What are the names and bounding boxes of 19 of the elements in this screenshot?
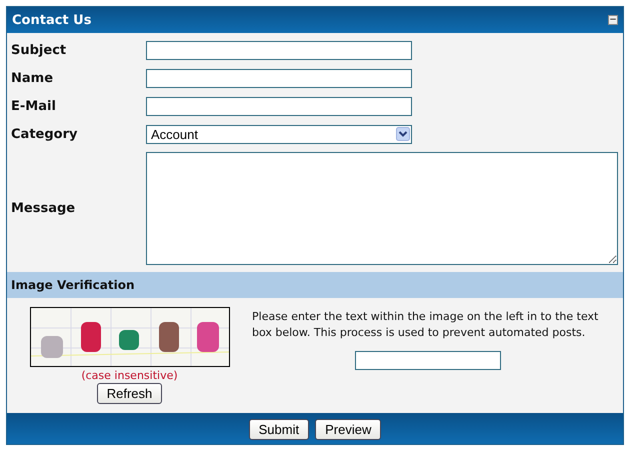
category-dropdown[interactable]: Account [146,124,412,144]
field-label: Message [11,200,76,216]
panel-title: Contact Us [12,12,92,28]
instructions-text: Please enter the text within the image on the left in to the text box below. This process is used to prevent automated posts. [252,309,600,341]
field-label: Name [11,70,54,86]
input-field[interactable] [146,96,412,116]
refresh-button[interactable]: Refresh [96,383,162,404]
case-note: (case insensitive) [81,369,178,382]
verification-code-field[interactable] [354,351,500,370]
form-button[interactable]: Submit [248,418,310,440]
collapse-button[interactable]: − [608,15,618,25]
section-title: Image Verification [11,278,135,292]
message-field[interactable] [146,152,618,264]
field-label: E-Mail [11,98,57,114]
form-button[interactable]: Preview [315,418,382,440]
field-label: Category [11,126,78,142]
input-field[interactable] [146,68,412,88]
field-label: Subject [11,42,68,58]
input-field[interactable] [146,40,412,60]
